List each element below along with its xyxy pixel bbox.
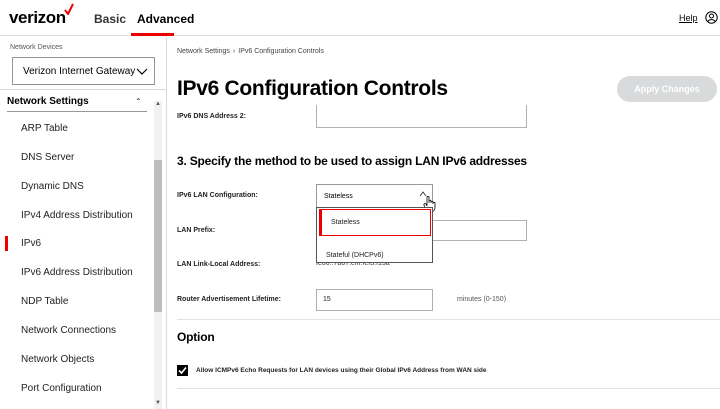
- network-devices-label: Network Devices: [10, 44, 63, 51]
- checkmark-icon: [178, 366, 187, 375]
- option-title: Option: [177, 330, 215, 344]
- page-title: IPv6 Configuration Controls: [177, 77, 448, 100]
- tab-basic[interactable]: Basic: [94, 12, 126, 26]
- tab-advanced[interactable]: Advanced: [137, 12, 194, 26]
- sidebar-item-network-objects[interactable]: Network Objects: [21, 354, 94, 365]
- breadcrumb: Network Settings › IPv6 Configuration Cont…: [177, 48, 324, 55]
- breadcrumb-current: IPv6 Configuration Controls: [238, 48, 324, 55]
- sidebar-item-arp-table[interactable]: ARP Table: [21, 123, 68, 134]
- section3-title: 3. Specify the method to be used to assi…: [177, 154, 527, 168]
- lan-config-dropdown: Stateless Stateful (DHCPv6): [316, 207, 433, 263]
- sidebar: Network Devices Verizon Internet Gateway…: [0, 37, 167, 409]
- sidebar-item-network-connections[interactable]: Network Connections: [21, 325, 116, 336]
- chevron-up-icon: ⌃: [135, 97, 142, 106]
- sidebar-item-port-configuration[interactable]: Port Configuration: [21, 383, 102, 394]
- link-local-label: LAN Link-Local Address:: [177, 261, 261, 268]
- sidebar-scrollbar[interactable]: ▲ ▼: [154, 101, 162, 409]
- sidebar-item-ndp-table[interactable]: NDP Table: [21, 296, 68, 307]
- help-link[interactable]: Help: [679, 13, 698, 23]
- router-adv-label: Router Advertisement Lifetime:: [177, 296, 281, 303]
- top-bar: verizon Basic Advanced Help: [0, 0, 720, 36]
- option-stateless[interactable]: Stateless: [319, 209, 431, 236]
- breadcrumb-separator-icon: ›: [232, 48, 236, 55]
- lan-config-label: IPv6 LAN Configuration:: [177, 192, 258, 199]
- section-underline: [7, 111, 147, 112]
- sidebar-item-ipv4-address-distribution[interactable]: IPv4 Address Distribution: [21, 210, 133, 221]
- logo-text: verizon: [9, 8, 66, 27]
- sidebar-item-dynamic-dns[interactable]: Dynamic DNS: [21, 181, 84, 192]
- chevron-down-icon: [136, 68, 148, 75]
- scroll-up-icon[interactable]: ▲: [155, 101, 161, 107]
- device-select-value: Verizon Internet Gateway: [23, 66, 136, 77]
- logo-check-icon: [64, 3, 74, 15]
- breadcrumb-network-settings[interactable]: Network Settings: [177, 48, 230, 55]
- router-adv-hint: minutes (0-150): [457, 296, 507, 303]
- sidebar-item-dns-server[interactable]: DNS Server: [21, 152, 74, 163]
- divider: [177, 319, 720, 320]
- sidebar-item-ipv6-address-distribution[interactable]: IPv6 Address Distribution: [21, 267, 133, 278]
- apply-changes-button[interactable]: Apply Changes: [617, 76, 717, 102]
- network-settings-section[interactable]: Network Settings ⌃: [7, 96, 147, 116]
- dns2-input[interactable]: [316, 105, 527, 128]
- icmp-checkbox[interactable]: [177, 365, 188, 376]
- active-tab-indicator: [131, 33, 174, 36]
- network-device-select[interactable]: Verizon Internet Gateway: [12, 57, 155, 85]
- scroll-thumb[interactable]: [154, 160, 162, 312]
- active-item-marker: [5, 236, 8, 251]
- user-account-icon[interactable]: [705, 11, 718, 24]
- sidebar-divider: [0, 89, 166, 90]
- lan-prefix-label: LAN Prefix:: [177, 227, 216, 234]
- scroll-down-icon[interactable]: ▼: [155, 400, 161, 406]
- section-title: Network Settings: [7, 96, 89, 107]
- divider: [177, 388, 720, 389]
- lan-config-select[interactable]: Stateless: [316, 184, 433, 208]
- lan-config-value: Stateless: [324, 193, 353, 200]
- option-stateful-dhcpv6[interactable]: Stateful (DHCPv6): [317, 243, 432, 269]
- verizon-logo[interactable]: verizon: [9, 3, 74, 28]
- router-adv-input[interactable]: 15: [316, 289, 433, 311]
- sidebar-item-ipv6[interactable]: IPv6: [21, 238, 41, 249]
- icmp-checkbox-label: Allow ICMPv6 Echo Requests for LAN devic…: [196, 367, 487, 374]
- dns2-label: IPv6 DNS Address 2:: [177, 113, 246, 120]
